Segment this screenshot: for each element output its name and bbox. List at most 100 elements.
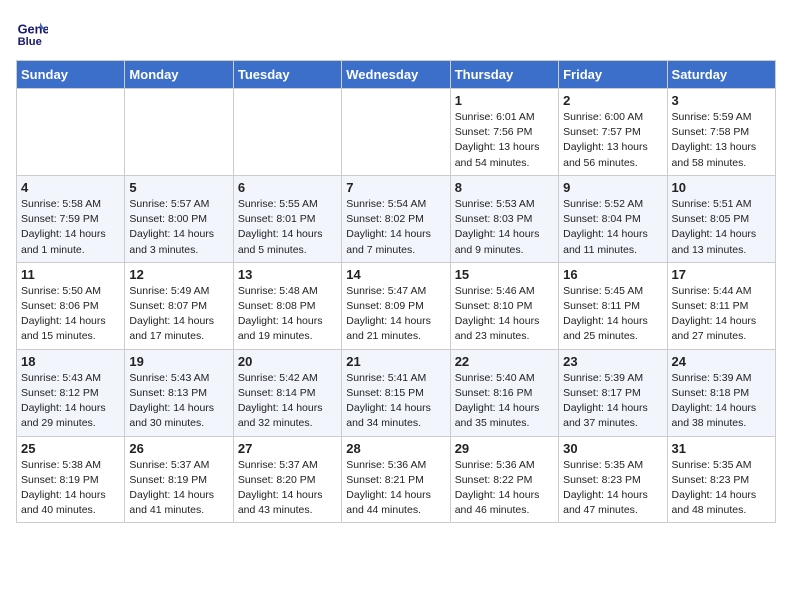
- day-number: 15: [455, 267, 554, 282]
- day-info-line: Daylight: 14 hours: [672, 227, 771, 242]
- day-header-friday: Friday: [559, 61, 667, 89]
- calendar-cell: 24 Sunrise: 5:39 AMSunset: 8:18 PMDayligh…: [667, 349, 775, 436]
- day-header-saturday: Saturday: [667, 61, 775, 89]
- calendar-cell: 5Sunrise: 5:57 AMSunset: 8:00 PMDaylight…: [125, 175, 233, 262]
- calendar-cell: 6Sunrise: 5:55 AMSunset: 8:01 PMDaylight…: [233, 175, 341, 262]
- day-info-line: Sunrise: 5:39 AM: [672, 371, 771, 386]
- calendar-cell: 7 Sunrise: 5:54 AMSunset: 8:02 PMDaylight…: [342, 175, 450, 262]
- day-info-line: Sunset: 8:10 PM: [455, 299, 554, 314]
- day-number: 28: [346, 441, 445, 456]
- day-info-line: Daylight: 14 hours: [346, 227, 445, 242]
- day-info-line: Daylight: 14 hours: [563, 227, 662, 242]
- day-info-line: Sunrise: 5:43 AM: [129, 371, 228, 386]
- day-info-line: Sunset: 7:58 PM: [672, 125, 771, 140]
- day-info-line: Sunrise: 5:39 AM: [563, 371, 662, 386]
- day-number: 16: [563, 267, 662, 282]
- day-info-line: Sunset: 8:14 PM: [238, 386, 337, 401]
- day-info-line: Sunset: 8:02 PM: [346, 212, 445, 227]
- logo-icon: General Blue: [16, 16, 48, 48]
- calendar-cell: 15Sunrise: 5:46 AMSunset: 8:10 PMDayligh…: [450, 262, 558, 349]
- day-info-line: Daylight: 14 hours: [346, 401, 445, 416]
- calendar-cell: 29Sunrise: 5:36 AMSunset: 8:22 PMDayligh…: [450, 436, 558, 523]
- day-info-line: Sunrise: 5:43 AM: [21, 371, 120, 386]
- calendar-cell: 9Sunrise: 5:52 AMSunset: 8:04 PMDaylight…: [559, 175, 667, 262]
- day-number: 23: [563, 354, 662, 369]
- day-info-line: Daylight: 14 hours: [455, 401, 554, 416]
- day-info-line: Sunset: 8:18 PM: [672, 386, 771, 401]
- day-info-line: Daylight: 14 hours: [672, 401, 771, 416]
- day-info-line: and 7 minutes.: [346, 243, 445, 258]
- day-header-wednesday: Wednesday: [342, 61, 450, 89]
- day-number: 24: [672, 354, 771, 369]
- day-info-line: Daylight: 14 hours: [129, 314, 228, 329]
- day-info-line: and 41 minutes.: [129, 503, 228, 518]
- day-info-line: Daylight: 14 hours: [672, 314, 771, 329]
- day-info-line: Sunrise: 5:53 AM: [455, 197, 554, 212]
- calendar-cell: 3Sunrise: 5:59 AMSunset: 7:58 PMDaylight…: [667, 89, 775, 176]
- day-info-line: Sunrise: 5:37 AM: [238, 458, 337, 473]
- day-info: Sunrise: 5:54 AMSunset: 8:02 PMDaylight:…: [346, 197, 445, 258]
- day-info-line: and 35 minutes.: [455, 416, 554, 431]
- day-info-line: Sunset: 8:21 PM: [346, 473, 445, 488]
- day-number: 14: [346, 267, 445, 282]
- day-info-line: Sunset: 8:06 PM: [21, 299, 120, 314]
- calendar-cell: 2Sunrise: 6:00 AMSunset: 7:57 PMDaylight…: [559, 89, 667, 176]
- day-info-line: and 56 minutes.: [563, 156, 662, 171]
- day-number: 7: [346, 180, 445, 195]
- day-number: 22: [455, 354, 554, 369]
- day-info-line: and 44 minutes.: [346, 503, 445, 518]
- day-info-line: Sunrise: 5:38 AM: [21, 458, 120, 473]
- day-info: Sunrise: 5:37 AMSunset: 8:19 PMDaylight:…: [129, 458, 228, 519]
- day-info: Sunrise: 5:48 AMSunset: 8:08 PMDaylight:…: [238, 284, 337, 345]
- day-info: Sunrise: 6:00 AMSunset: 7:57 PMDaylight:…: [563, 110, 662, 171]
- calendar-cell: [233, 89, 341, 176]
- day-info-line: Sunset: 7:59 PM: [21, 212, 120, 227]
- day-number: 27: [238, 441, 337, 456]
- day-info-line: and 11 minutes.: [563, 243, 662, 258]
- day-number: 11: [21, 267, 120, 282]
- day-number: 12: [129, 267, 228, 282]
- calendar-cell: 18Sunrise: 5:43 AMSunset: 8:12 PMDayligh…: [17, 349, 125, 436]
- day-info-line: Daylight: 14 hours: [21, 227, 120, 242]
- day-info-line: and 3 minutes.: [129, 243, 228, 258]
- day-info-line: Sunrise: 5:55 AM: [238, 197, 337, 212]
- day-info-line: Sunrise: 5:45 AM: [563, 284, 662, 299]
- day-info-line: Sunset: 8:17 PM: [563, 386, 662, 401]
- calendar-week-4: 18Sunrise: 5:43 AMSunset: 8:12 PMDayligh…: [17, 349, 776, 436]
- day-info: Sunrise: 5:38 AMSunset: 8:19 PMDaylight:…: [21, 458, 120, 519]
- day-info: Sunrise: 5:43 AMSunset: 8:13 PMDaylight:…: [129, 371, 228, 432]
- day-info-line: Sunset: 8:09 PM: [346, 299, 445, 314]
- day-info-line: Sunrise: 5:49 AM: [129, 284, 228, 299]
- calendar-cell: 28Sunrise: 5:36 AMSunset: 8:21 PMDayligh…: [342, 436, 450, 523]
- day-info-line: and 54 minutes.: [455, 156, 554, 171]
- day-info-line: Sunset: 8:19 PM: [129, 473, 228, 488]
- day-info-line: Sunrise: 5:36 AM: [455, 458, 554, 473]
- day-info-line: Daylight: 13 hours: [563, 140, 662, 155]
- calendar-cell: 1Sunrise: 6:01 AMSunset: 7:56 PMDaylight…: [450, 89, 558, 176]
- day-info-line: Daylight: 14 hours: [21, 314, 120, 329]
- day-info-line: Daylight: 14 hours: [455, 314, 554, 329]
- day-info-line: Sunset: 8:23 PM: [563, 473, 662, 488]
- calendar-week-1: 1Sunrise: 6:01 AMSunset: 7:56 PMDaylight…: [17, 89, 776, 176]
- calendar-cell: 12Sunrise: 5:49 AMSunset: 8:07 PMDayligh…: [125, 262, 233, 349]
- calendar-cell: 11Sunrise: 5:50 AMSunset: 8:06 PMDayligh…: [17, 262, 125, 349]
- day-info: Sunrise: 5:44 AMSunset: 8:11 PMDaylight:…: [672, 284, 771, 345]
- day-info: Sunrise: 5:55 AMSunset: 8:01 PMDaylight:…: [238, 197, 337, 258]
- day-info-line: Sunset: 7:56 PM: [455, 125, 554, 140]
- day-info-line: Daylight: 14 hours: [129, 401, 228, 416]
- logo: General Blue: [16, 16, 48, 48]
- day-info: Sunrise: 5:35 AMSunset: 8:23 PMDaylight:…: [672, 458, 771, 519]
- day-info-line: Sunset: 8:11 PM: [563, 299, 662, 314]
- page-header: General Blue: [16, 16, 776, 48]
- calendar-table: SundayMondayTuesdayWednesdayThursdayFrid…: [16, 60, 776, 523]
- day-info: Sunrise: 5:39 AMSunset: 8:17 PMDaylight:…: [563, 371, 662, 432]
- day-info-line: Daylight: 14 hours: [129, 227, 228, 242]
- calendar-cell: [342, 89, 450, 176]
- calendar-header-row: SundayMondayTuesdayWednesdayThursdayFrid…: [17, 61, 776, 89]
- calendar-cell: [17, 89, 125, 176]
- day-info: Sunrise: 5:47 AMSunset: 8:09 PMDaylight:…: [346, 284, 445, 345]
- svg-text:Blue: Blue: [18, 36, 42, 48]
- day-info-line: Sunset: 8:13 PM: [129, 386, 228, 401]
- day-number: 5: [129, 180, 228, 195]
- day-info-line: Sunrise: 5:57 AM: [129, 197, 228, 212]
